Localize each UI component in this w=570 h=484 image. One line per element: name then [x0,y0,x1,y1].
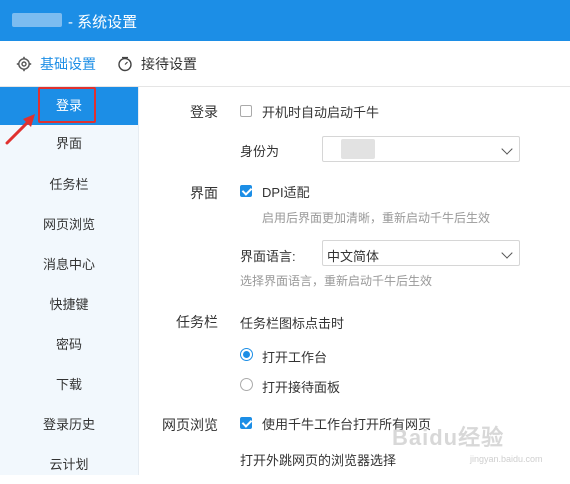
language-hint: 选择界面语言，重新启动千牛后生效 [240,274,433,288]
dpi-label: DPI适配 [262,185,310,200]
section-web-label: 网页浏览 [162,417,218,433]
sidebar-item-cloud-plan[interactable]: 云计划 [0,446,138,484]
open-reception-panel-radio[interactable] [240,378,253,391]
section-taskbar-label: 任务栏 [176,314,218,330]
use-workbench-checkbox[interactable] [240,417,252,429]
tab-basic-settings[interactable]: 基础设置 [16,41,96,86]
gear-icon [16,56,32,71]
sidebar-item-messages[interactable]: 消息中心 [0,246,138,284]
external-browser-label: 打开外跳网页的浏览器选择 [240,453,397,468]
annotation-highlight-box [38,87,96,123]
autostart-checkbox[interactable] [240,105,252,117]
sidebar-item-download[interactable]: 下载 [0,366,138,404]
sidebar-item-taskbar[interactable]: 任务栏 [0,166,138,204]
language-select[interactable]: 中文简体 [322,240,520,266]
dpi-checkbox[interactable] [240,185,252,197]
dpi-hint: 启用后界面更加清晰，重新启动千牛后生效 [262,211,491,225]
tab-label: 接待设置 [141,55,197,72]
tab-bar: 基础设置 接待设置 [0,41,570,87]
blurred-identity-value [341,139,375,159]
identity-label: 身份为 [240,144,280,159]
autostart-label: 开机时自动启动千牛 [262,105,380,120]
watermark-sub: jingyan.baidu.com [470,454,543,464]
open-workbench-radio[interactable] [240,348,253,361]
chevron-down-icon [501,143,513,155]
identity-select[interactable] [322,136,520,162]
language-label: 界面语言: [240,249,296,264]
chevron-down-icon [501,247,513,259]
tab-label: 基础设置 [40,55,96,72]
sidebar-item-password[interactable]: 密码 [0,326,138,364]
section-login-label: 登录 [190,104,218,120]
sidebar-item-login-history[interactable]: 登录历史 [0,406,138,444]
language-value: 中文简体 [327,249,380,264]
clock-icon [118,56,132,71]
annotation-arrow-icon [5,114,35,145]
section-ui-label: 界面 [190,185,218,201]
sidebar-item-web[interactable]: 网页浏览 [0,206,138,244]
open-reception-panel-label: 打开接待面板 [262,380,341,395]
tab-reception-settings[interactable]: 接待设置 [117,41,197,86]
sidebar-item-shortcuts[interactable]: 快捷键 [0,286,138,324]
window-title: - 系统设置 [68,14,138,31]
blurred-app-name [12,13,62,27]
title-bar: - 系统设置 [0,0,570,41]
taskbar-click-label: 任务栏图标点击时 [240,316,345,331]
open-workbench-label: 打开工作台 [262,350,328,365]
watermark: Baidu经验 [392,425,505,450]
